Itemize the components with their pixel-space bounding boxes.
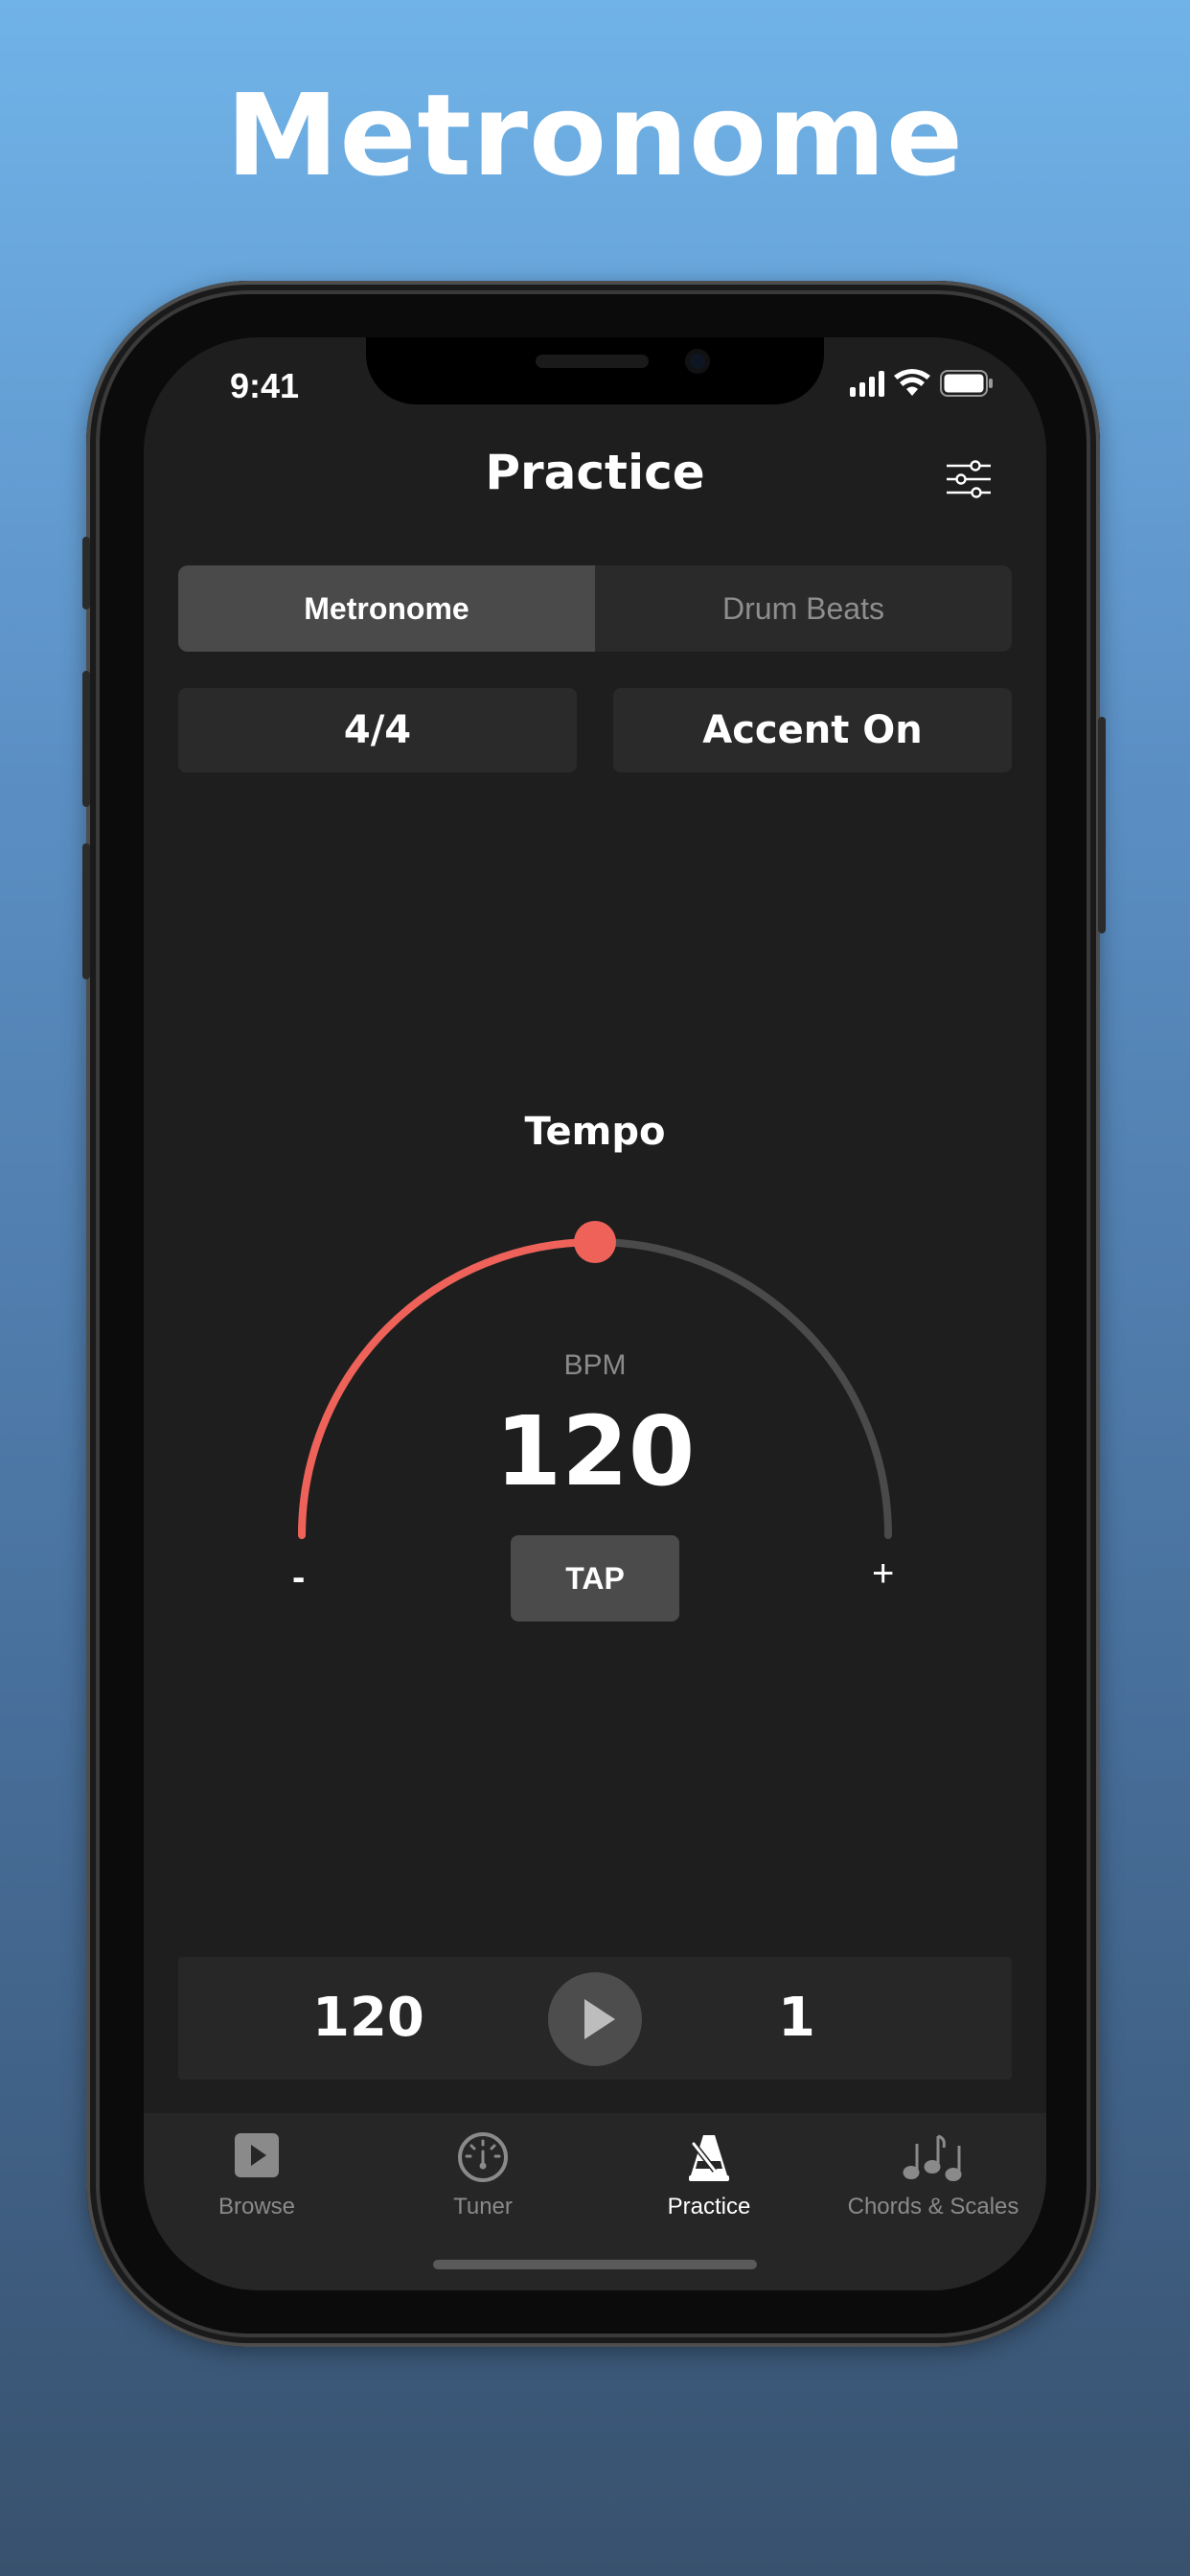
tempo-label: Tempo bbox=[524, 1110, 666, 1154]
tab-tuner-label: Tuner bbox=[453, 2194, 513, 2220]
metronome-icon bbox=[689, 2135, 729, 2181]
tab-chords-scales[interactable]: Chords & Scales bbox=[820, 2113, 1046, 2228]
app-screen: 9:41 Practice Metronome Drum Beats 4/4 A… bbox=[144, 337, 1046, 2290]
page-title: Practice bbox=[485, 445, 705, 500]
side-button-volume-up bbox=[82, 671, 90, 807]
transport-bar: 120 1 bbox=[178, 1957, 1012, 2080]
tab-browse-label: Browse bbox=[217, 2194, 296, 2220]
decrease-tempo-button[interactable]: - bbox=[292, 1556, 305, 1599]
tab-practice-label: Practice bbox=[667, 2194, 751, 2220]
bpm-value: 120 bbox=[494, 1395, 696, 1507]
speaker-grille bbox=[536, 355, 649, 368]
side-button-silent bbox=[82, 537, 90, 610]
cellular-signal-icon bbox=[850, 370, 884, 397]
bpm-label: BPM bbox=[563, 1349, 627, 1381]
accent-toggle-button[interactable]: Accent On bbox=[613, 688, 1012, 772]
play-box-icon bbox=[235, 2133, 279, 2177]
settings-sliders-icon[interactable] bbox=[945, 458, 993, 500]
tab-tuner[interactable]: Tuner bbox=[370, 2113, 596, 2228]
transport-beat-count: 1 bbox=[778, 1987, 815, 2049]
music-notes-icon bbox=[903, 2134, 962, 2181]
battery-icon bbox=[940, 370, 993, 397]
tab-bar: Browse Tuner Practice Chords & Scales bbox=[144, 2113, 1046, 2290]
play-button[interactable] bbox=[548, 1972, 642, 2066]
tap-tempo-button[interactable]: TAP bbox=[511, 1535, 679, 1622]
play-icon bbox=[584, 1999, 615, 2039]
notch bbox=[366, 337, 824, 404]
wifi-icon bbox=[894, 369, 930, 396]
tempo-dial-knob[interactable] bbox=[574, 1221, 616, 1263]
front-camera bbox=[685, 349, 710, 374]
mode-segmented-control: Metronome Drum Beats bbox=[178, 565, 1012, 652]
segment-metronome[interactable]: Metronome bbox=[178, 565, 595, 652]
segment-drum-beats[interactable]: Drum Beats bbox=[595, 565, 1012, 652]
status-icons bbox=[850, 366, 994, 401]
tab-chords-scales-label: Chords & Scales bbox=[847, 2194, 1019, 2220]
home-indicator bbox=[433, 2260, 757, 2269]
status-time: 9:41 bbox=[230, 366, 300, 405]
side-button-power bbox=[1098, 717, 1106, 933]
side-button-volume-down bbox=[82, 843, 90, 979]
time-signature-button[interactable]: 4/4 bbox=[178, 688, 577, 772]
tuner-gauge-icon bbox=[458, 2132, 508, 2182]
transport-bpm: 120 bbox=[312, 1987, 424, 2049]
increase-tempo-button[interactable]: + bbox=[872, 1552, 894, 1596]
tab-browse[interactable]: Browse bbox=[144, 2113, 370, 2228]
tab-practice[interactable]: Practice bbox=[596, 2113, 822, 2228]
promo-title: Metronome bbox=[225, 69, 965, 201]
